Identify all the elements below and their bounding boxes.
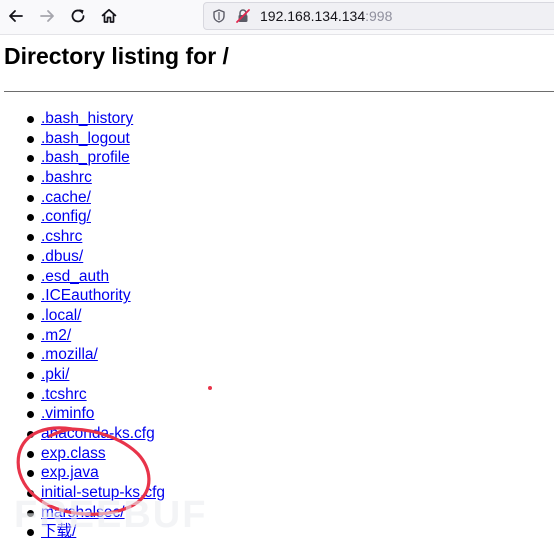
file-link[interactable]: .esd_auth [41, 268, 109, 285]
file-link[interactable]: .tcshrc [41, 386, 87, 403]
list-item: .cshrc [0, 227, 165, 247]
list-item: .esd_auth [0, 267, 165, 287]
list-item: .pki/ [0, 365, 165, 385]
red-circle-annotation [16, 426, 151, 516]
file-link[interactable]: .mozilla/ [41, 346, 98, 363]
home-icon [101, 8, 117, 23]
file-link[interactable]: .config/ [41, 208, 91, 225]
file-link[interactable]: .bash_profile [41, 149, 130, 166]
url-bar[interactable]: 192.168.134.134:998 [203, 2, 554, 30]
insecure-lock-icon[interactable] [235, 8, 251, 24]
reload-icon [71, 9, 85, 23]
home-button[interactable] [96, 3, 122, 29]
browser-toolbar: 192.168.134.134:998 [0, 0, 554, 35]
file-link[interactable]: .local/ [41, 307, 82, 324]
heading-divider [4, 91, 554, 92]
list-item: .config/ [0, 207, 165, 227]
file-link[interactable]: .cache/ [41, 189, 91, 206]
list-item: .ICEauthority [0, 286, 165, 306]
file-link[interactable]: .bash_history [41, 110, 133, 127]
file-link[interactable]: .pki/ [41, 366, 69, 383]
file-link[interactable]: .dbus/ [41, 248, 83, 265]
list-item: .bash_history [0, 109, 165, 129]
list-item: .dbus/ [0, 247, 165, 267]
list-item: .local/ [0, 306, 165, 326]
file-link[interactable]: .ICEauthority [41, 287, 131, 304]
url-text[interactable]: 192.168.134.134:998 [260, 8, 392, 24]
file-link[interactable]: .bash_logout [41, 130, 130, 147]
list-item: .m2/ [0, 326, 165, 346]
red-dot-mark [208, 386, 212, 390]
url-host: 192.168.134.134 [260, 8, 366, 24]
browser-window: 192.168.134.134:998 Directory listing fo… [0, 0, 554, 539]
file-link[interactable]: .cshrc [41, 228, 82, 245]
forward-arrow-icon [40, 10, 54, 22]
list-item: .bash_profile [0, 148, 165, 168]
list-item: .bash_logout [0, 129, 165, 149]
file-link[interactable]: .bashrc [41, 169, 92, 186]
file-link[interactable]: .m2/ [41, 327, 71, 344]
list-item: .tcshrc [0, 385, 165, 405]
url-port: :998 [365, 8, 393, 24]
list-item: .cache/ [0, 188, 165, 208]
file-link[interactable]: .viminfo [41, 405, 94, 422]
back-arrow-icon [9, 10, 23, 22]
tracking-shield-icon[interactable] [212, 9, 226, 23]
list-item: .viminfo [0, 404, 165, 424]
forward-button[interactable] [34, 3, 60, 29]
back-button[interactable] [3, 3, 29, 29]
list-item: .bashrc [0, 168, 165, 188]
list-item: .mozilla/ [0, 345, 165, 365]
page-heading: Directory listing for / [4, 43, 229, 69]
reload-button[interactable] [65, 3, 91, 29]
